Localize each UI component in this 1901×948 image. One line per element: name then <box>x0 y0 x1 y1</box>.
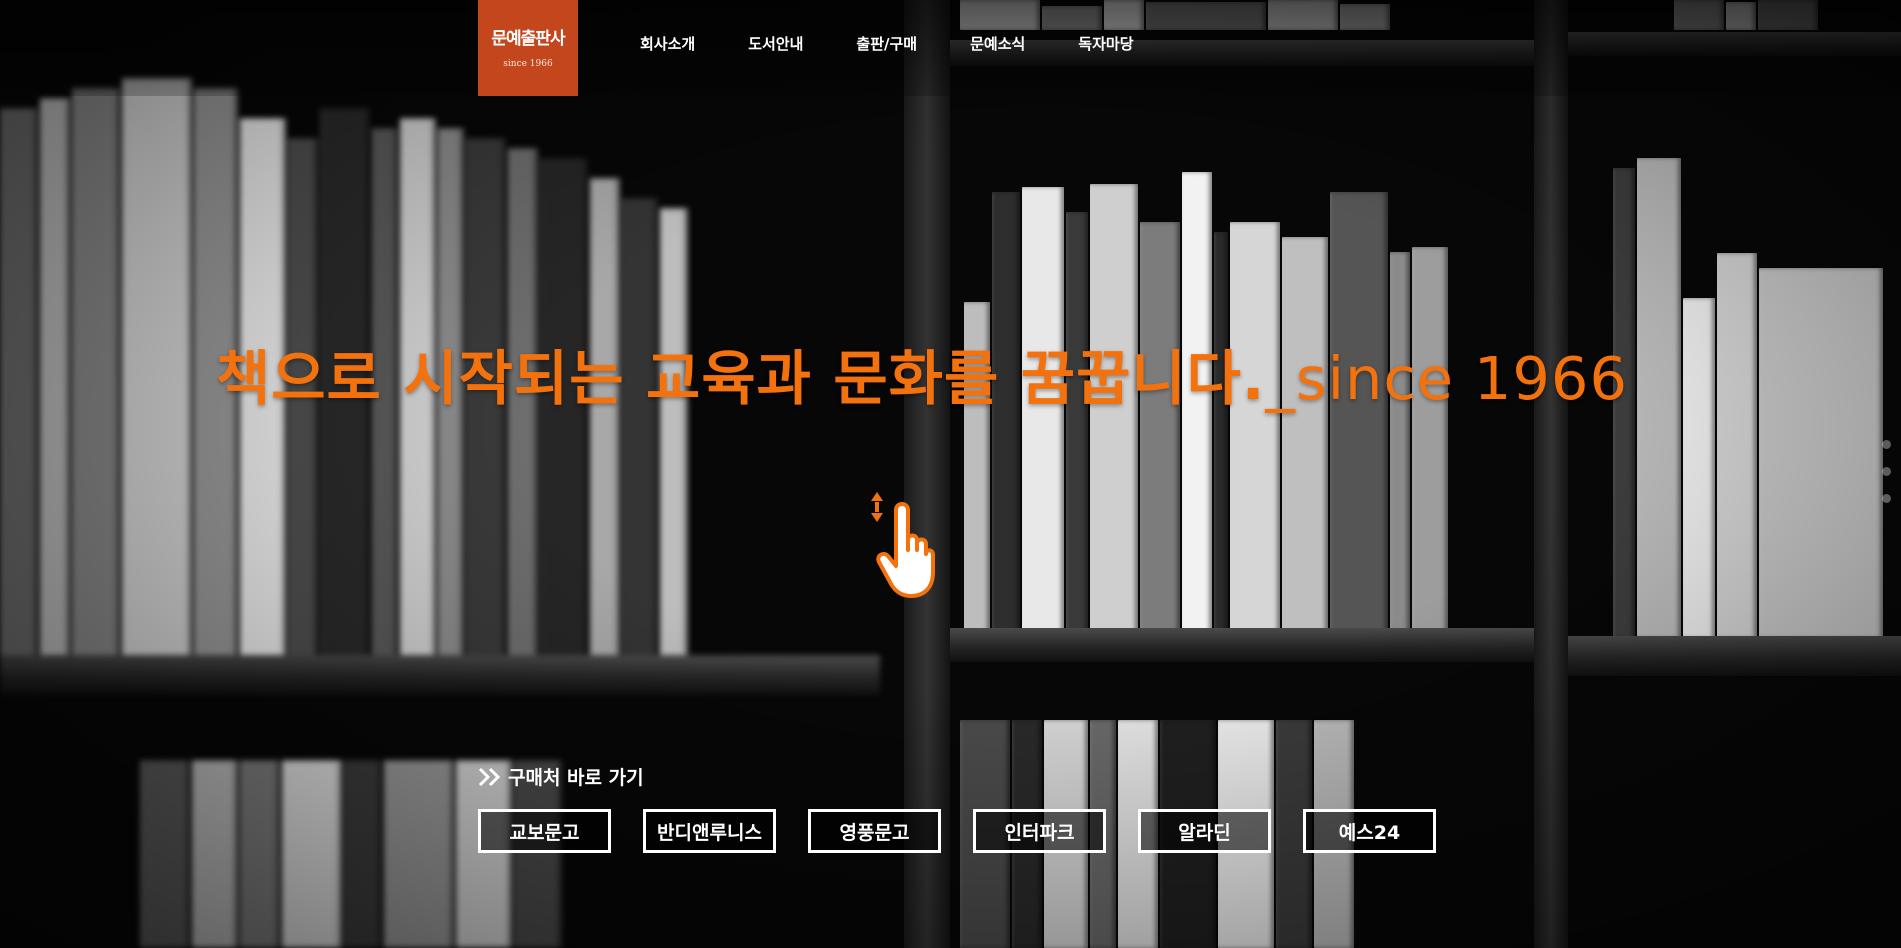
buy-links-title: 구매처 바로 가기 <box>478 763 644 790</box>
slide-pager-dot[interactable] <box>1882 440 1891 449</box>
store-link-bandi[interactable]: 반디앤루니스 <box>643 809 776 853</box>
site-logo[interactable]: 문예출판사 since 1966 <box>478 0 578 96</box>
store-link-row: 교보문고 반디앤루니스 영풍문고 인터파크 알라딘 예스24 <box>478 809 1436 853</box>
slide-pager-dot[interactable] <box>1882 494 1891 503</box>
slide-pager-dot[interactable] <box>1882 467 1891 476</box>
scroll-hand-icon <box>866 490 936 600</box>
logo-since: since 1966 <box>503 59 553 69</box>
buy-links-title-text: 구매처 바로 가기 <box>508 767 644 789</box>
main-nav: 회사소개 도서안내 출판/구매 문예소식 독자마당 <box>640 33 1187 54</box>
nav-item-company[interactable]: 회사소개 <box>640 33 695 54</box>
store-link-youngpoong[interactable]: 영풍문고 <box>808 809 941 853</box>
store-link-yes24[interactable]: 예스24 <box>1303 809 1436 853</box>
store-link-kyobo[interactable]: 교보문고 <box>478 809 611 853</box>
background-bookshelf-image <box>0 0 1901 948</box>
hero-headline-text: 책으로 시작되는 교육과 문화를 꿈꿉니다. <box>216 344 1266 413</box>
slide-pager <box>1882 440 1891 521</box>
hero-since: _since 1966 <box>1265 344 1629 413</box>
store-link-aladin[interactable]: 알라딘 <box>1138 809 1271 853</box>
double-chevron-right-icon <box>478 767 502 787</box>
nav-item-books[interactable]: 도서안내 <box>748 33 803 54</box>
hero-headline: 책으로 시작되는 교육과 문화를 꿈꿉니다._since 1966 <box>216 331 1628 416</box>
nav-item-readers[interactable]: 독자마당 <box>1078 33 1133 54</box>
nav-item-news[interactable]: 문예소식 <box>970 33 1025 54</box>
background-vignette <box>0 0 1901 948</box>
nav-item-publishing[interactable]: 출판/구매 <box>856 33 917 54</box>
logo-name: 문예출판사 <box>491 29 565 49</box>
store-link-interpark[interactable]: 인터파크 <box>973 809 1106 853</box>
